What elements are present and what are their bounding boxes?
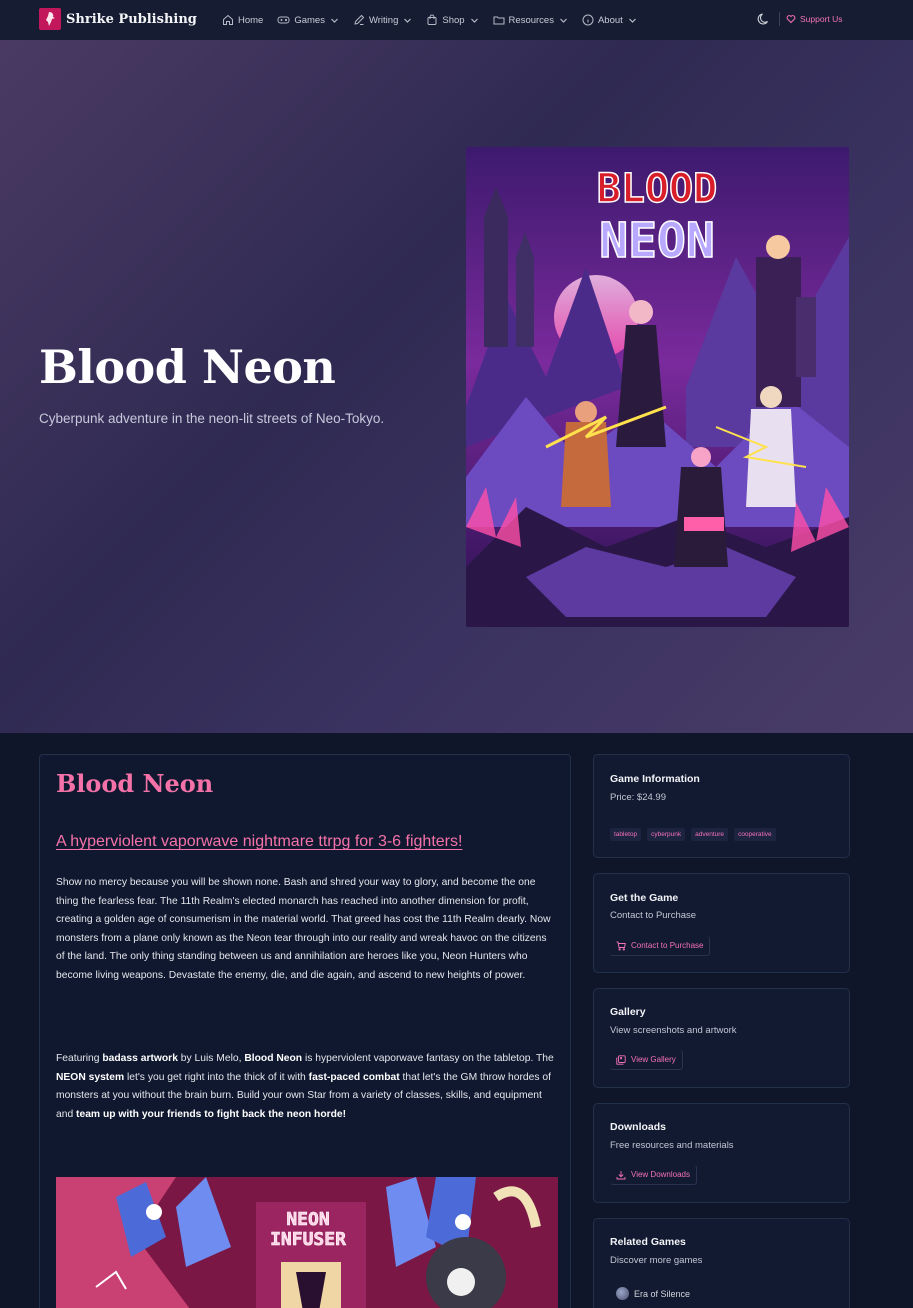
svg-text:INFUSER: INFUSER	[270, 1229, 346, 1250]
body-text: Featuring	[56, 1053, 103, 1064]
nav-menu: Home Games Writing Shop Resources About	[222, 0, 651, 40]
game-info-card: Game Information Price: $24.99 tabletop …	[593, 754, 850, 858]
nav-label: Shop	[442, 14, 465, 26]
emphasis-text: team up with your friends to fight back …	[76, 1108, 347, 1120]
top-nav: Shrike Publishing Home Games Writing Sho…	[0, 0, 913, 40]
downloads-title: Downloads	[610, 1121, 667, 1133]
svg-text:BLOOD: BLOOD	[597, 166, 717, 212]
home-icon	[223, 14, 233, 25]
body-text: by Luis Melo,	[177, 1053, 245, 1064]
nav-item-resources[interactable]: Resources	[493, 14, 568, 26]
related-games-text: Discover more games	[610, 1255, 703, 1266]
button-label: View Downloads	[631, 1170, 690, 1179]
download-icon	[616, 1170, 626, 1179]
cart-icon	[616, 941, 626, 951]
chevron-down-icon	[470, 18, 478, 23]
info-icon	[582, 14, 594, 26]
nav-item-games[interactable]: Games	[277, 14, 339, 26]
hero-subtitle: Cyberpunk adventure in the neon-lit stre…	[39, 411, 385, 426]
chevron-down-icon	[560, 18, 567, 23]
button-label: View Gallery	[631, 1055, 676, 1064]
related-game-title: Era of Silence	[634, 1288, 691, 1299]
related-game-link[interactable]: Era of Silence	[616, 1287, 690, 1300]
nav-item-home[interactable]: Home	[222, 14, 263, 26]
shrike-logo-icon	[39, 8, 61, 30]
svg-text:NEON: NEON	[599, 213, 715, 269]
tag-list: tabletop cyberpunk adventure cooperative	[610, 828, 782, 841]
emphasis-text: fast-paced combat	[308, 1071, 400, 1083]
view-gallery-button[interactable]: View Gallery	[610, 1050, 683, 1070]
nav-label: About	[597, 14, 623, 26]
gallery-title: Gallery	[610, 1006, 646, 1018]
emphasis-text: NEON system	[56, 1071, 125, 1083]
nav-label: Home	[238, 14, 264, 26]
emphasis-text: Blood Neon	[244, 1053, 303, 1064]
chevron-down-icon	[331, 18, 338, 23]
page-title: Blood Neon	[56, 769, 214, 798]
related-games-card: Related Games Discover more games Era of…	[593, 1218, 850, 1308]
game-info-title: Game Information	[610, 773, 700, 785]
gamepad-icon	[277, 16, 290, 24]
chevron-down-icon	[628, 18, 636, 23]
gallery-text: View screenshots and artwork	[610, 1025, 737, 1036]
downloads-card: Downloads Free resources and materials V…	[593, 1103, 850, 1203]
game-description-card: Blood Neon A hyperviolent vaporwave nigh…	[39, 754, 571, 1308]
game-thumbnail	[616, 1287, 629, 1300]
emphasis-text: badass artwork	[102, 1053, 178, 1064]
get-game-title: Get the Game	[610, 892, 679, 904]
nav-label: Resources	[508, 14, 554, 26]
tag[interactable]: adventure	[691, 828, 729, 841]
hero-section: Blood Neon Cyberpunk adventure in the ne…	[0, 40, 913, 733]
nav-item-about[interactable]: About	[582, 14, 637, 26]
folder-icon	[493, 16, 505, 25]
nav-label: Writing	[368, 14, 399, 26]
bag-icon	[427, 14, 437, 25]
contact-to-purchase-button[interactable]: Contact to Purchase	[610, 936, 711, 956]
related-games-title: Related Games	[610, 1236, 686, 1248]
nav-item-writing[interactable]: Writing	[353, 14, 412, 26]
tag[interactable]: cooperative	[734, 828, 776, 841]
cover-art-image: BLOOD NEON	[466, 147, 849, 627]
get-game-text: Contact to Purchase	[610, 910, 697, 921]
body-text: let's you get right into the thick of it…	[124, 1071, 309, 1083]
tagline-link[interactable]: A hyperviolent vaporwave nightmare ttrpg…	[56, 833, 462, 851]
hero-title: Blood Neon	[39, 340, 336, 394]
chevron-down-icon	[404, 18, 412, 23]
nav-label: Games	[294, 14, 325, 26]
view-downloads-button[interactable]: View Downloads	[610, 1165, 697, 1185]
tag[interactable]: cyberpunk	[647, 828, 686, 841]
get-game-card: Get the Game Contact to Purchase Contact…	[593, 873, 850, 973]
tag[interactable]: tabletop	[610, 828, 642, 841]
downloads-text: Free resources and materials	[610, 1140, 734, 1151]
brand-link[interactable]: Shrike Publishing	[39, 8, 197, 30]
brand-name: Shrike Publishing	[66, 11, 197, 27]
support-label: Support Us	[800, 14, 843, 24]
moon-icon	[757, 13, 768, 25]
pen-icon	[354, 14, 365, 25]
price-text: Price: $24.99	[610, 792, 666, 803]
nav-divider	[779, 12, 780, 26]
description-paragraph-1: Show no mercy because you will be shown …	[56, 877, 551, 981]
heart-icon	[786, 15, 796, 24]
support-us-button[interactable]: Support Us	[781, 9, 851, 29]
body-text: is hyperviolent vaporwave fantasy on the…	[302, 1053, 554, 1064]
theme-toggle-button[interactable]	[756, 11, 772, 27]
svg-text:NEON: NEON	[286, 1209, 329, 1230]
nav-item-shop[interactable]: Shop	[426, 14, 478, 26]
images-icon	[616, 1054, 626, 1065]
description-paragraph-2: Featuring badass artwork by Luis Melo, B…	[56, 1050, 554, 1124]
button-label: Contact to Purchase	[631, 941, 704, 950]
neon-infuser-banner-image: NEON INFUSER	[56, 1177, 558, 1308]
gallery-card: Gallery View screenshots and artwork Vie…	[593, 988, 850, 1088]
